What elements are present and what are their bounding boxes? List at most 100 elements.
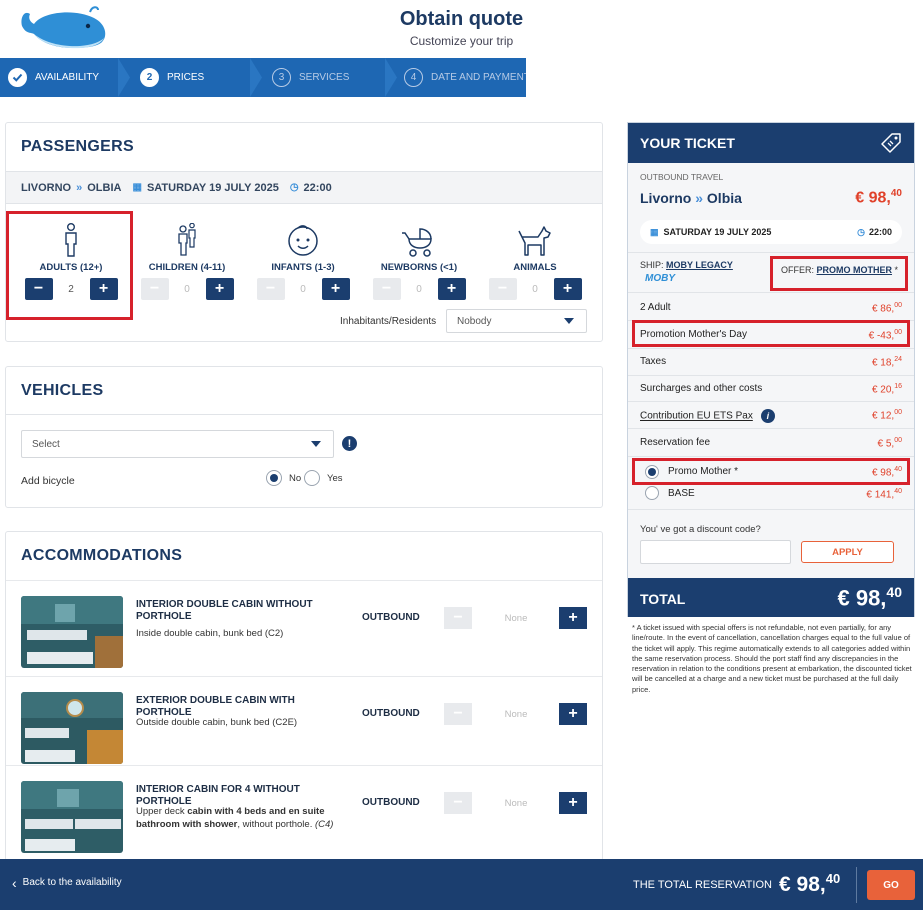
- apply-button[interactable]: APPLY: [801, 541, 894, 563]
- page-header: Obtain quote Customize your trip: [0, 0, 923, 58]
- checkmark-icon: [8, 68, 27, 87]
- increment-button[interactable]: +: [559, 607, 587, 629]
- amount-cents: 40: [894, 488, 902, 495]
- ticket-summary: YOUR TICKET OUTBOUND TRAVEL Livorno » Ol…: [627, 122, 915, 617]
- stroller-icon: [360, 217, 478, 257]
- price-line: Taxes € 18,24: [640, 356, 902, 368]
- amount-main: € 141,: [866, 489, 895, 501]
- amount-main: € 86,: [871, 303, 895, 315]
- newborns-stepper: − 0 +: [360, 278, 478, 300]
- ticket-tag-icon: [881, 133, 901, 153]
- discount-label: You' ve got a discount code?: [640, 524, 761, 535]
- ticket-to: Olbia: [706, 190, 742, 206]
- fare-base-radio[interactable]: [645, 486, 659, 500]
- line-amount: € 20,16: [872, 383, 902, 395]
- vehicles-panel: VEHICLES Select ! Add bicycle No Yes: [5, 366, 603, 508]
- infant-icon: [244, 217, 362, 257]
- pax-children: CHILDREN (4-11) − 0 +: [128, 217, 246, 300]
- price-cents: 40: [890, 188, 902, 199]
- accommodations-panel: ACCOMMODATIONS INTERIOR DOUBLE CABIN WIT…: [5, 531, 603, 861]
- pax-animals: ANIMALS − 0 +: [476, 217, 594, 300]
- cabin-description: Inside double cabin, bunk bed (C2): [136, 628, 284, 639]
- amount-main: € 5,: [877, 438, 895, 450]
- offer-highlight: [770, 256, 908, 291]
- cabin-quantity: None: [504, 798, 528, 809]
- price-line: Surcharges and other costs € 20,16: [640, 383, 902, 395]
- increment-button[interactable]: +: [559, 792, 587, 814]
- amount-main: € 12,: [871, 410, 895, 422]
- line-amount: € 12,00: [872, 409, 902, 421]
- pax-newborns: NEWBORNS (<1) − 0 +: [360, 217, 478, 300]
- children-stepper: − 0 +: [128, 278, 246, 300]
- promotion-highlight: [632, 320, 910, 347]
- ticket-datetime: ▦ SATURDAY 19 JULY 2025 ◷ 22:00: [640, 220, 902, 244]
- increment-button[interactable]: +: [205, 278, 234, 300]
- ticket-price: € 98,40: [855, 188, 902, 207]
- increment-button[interactable]: +: [437, 278, 466, 300]
- decrement-button[interactable]: −: [256, 278, 285, 300]
- progress-steps: AVAILABILITY 2 PRICES 3 SERVICES 4 DATE …: [0, 58, 923, 97]
- decrement-button[interactable]: −: [140, 278, 169, 300]
- bicycle-no-radio[interactable]: [266, 470, 282, 486]
- reservation-total-amount: € 98,40: [779, 871, 840, 897]
- route-to: OLBIA: [87, 181, 122, 194]
- bicycle-yes-radio[interactable]: [304, 470, 320, 486]
- step-availability[interactable]: AVAILABILITY: [8, 58, 99, 97]
- line-label: Reservation fee: [640, 437, 711, 448]
- bicycle-label: Add bicycle: [21, 475, 75, 487]
- route-from: LIVORNO: [21, 181, 72, 194]
- calendar-icon: ▦: [650, 226, 659, 237]
- cabin-direction: OUTBOUND: [362, 708, 420, 719]
- route-date: SATURDAY 19 JULY 2025: [146, 181, 279, 194]
- info-icon[interactable]: i: [760, 409, 775, 423]
- decrement-button[interactable]: −: [444, 607, 472, 629]
- step-services: 3 SERVICES: [272, 58, 349, 97]
- child-icon: [128, 217, 246, 257]
- double-chevron-icon: »: [76, 181, 83, 194]
- decrement-button[interactable]: −: [444, 703, 472, 725]
- page-subtitle: Customize your trip: [409, 34, 514, 48]
- increment-button[interactable]: +: [321, 278, 350, 300]
- price-line: Reservation fee € 5,00: [640, 437, 902, 450]
- decrement-button[interactable]: −: [444, 792, 472, 814]
- vehicle-select[interactable]: Select: [21, 430, 334, 458]
- cabin-name: INTERIOR DOUBLE CABIN WITHOUT PORTHOLE: [136, 599, 313, 622]
- pax-count: 0: [184, 283, 190, 295]
- chevron-left-icon: ‹: [12, 874, 17, 891]
- bottom-bar: ‹ Back to the availability THE TOTAL RES…: [0, 859, 923, 910]
- ticket-header: YOUR TICKET: [628, 123, 914, 163]
- step-number: 3: [272, 68, 291, 87]
- travel-label: OUTBOUND TRAVEL: [640, 172, 724, 182]
- dog-icon: [476, 217, 594, 257]
- go-button[interactable]: GO: [867, 870, 915, 900]
- ets-link[interactable]: Contribution EU ETS Pax: [640, 411, 753, 422]
- cabin-photo: [21, 781, 123, 853]
- increment-button[interactable]: +: [559, 703, 587, 725]
- line-label: 2 Adult: [640, 302, 671, 313]
- fare-option: BASE € 141,40: [668, 488, 902, 501]
- back-link[interactable]: ‹ Back to the availability: [12, 874, 122, 891]
- calendar-icon: ▦: [132, 182, 142, 193]
- discount-code-input[interactable]: [640, 540, 791, 564]
- clock-icon: ◷: [289, 182, 299, 193]
- accommodations-title: ACCOMMODATIONS: [21, 547, 183, 564]
- info-icon[interactable]: !: [342, 436, 357, 451]
- residents-select[interactable]: Nobody: [446, 309, 587, 333]
- back-label: Back to the availability: [22, 877, 122, 888]
- chevron-down-icon: [564, 318, 574, 324]
- increment-button[interactable]: +: [553, 278, 582, 300]
- desc-code: (C4): [314, 819, 334, 830]
- line-amount: € 18,24: [872, 356, 902, 368]
- step-separator: [385, 58, 397, 97]
- pax-count: 0: [532, 283, 538, 295]
- bicycle-no-label: No: [289, 473, 302, 484]
- decrement-button[interactable]: −: [372, 278, 401, 300]
- total-label: TOTAL: [640, 591, 686, 607]
- offer-footnote: * A ticket issued with special offers is…: [632, 623, 912, 694]
- total-cents: 40: [825, 871, 841, 886]
- price-line: 2 Adult € 86,00: [640, 302, 902, 315]
- decrement-button[interactable]: −: [488, 278, 517, 300]
- double-chevron-icon: »: [695, 190, 704, 206]
- ticket-route: Livorno » Olbia: [640, 190, 742, 206]
- ship-name-link[interactable]: MOBY LEGACY: [666, 260, 733, 270]
